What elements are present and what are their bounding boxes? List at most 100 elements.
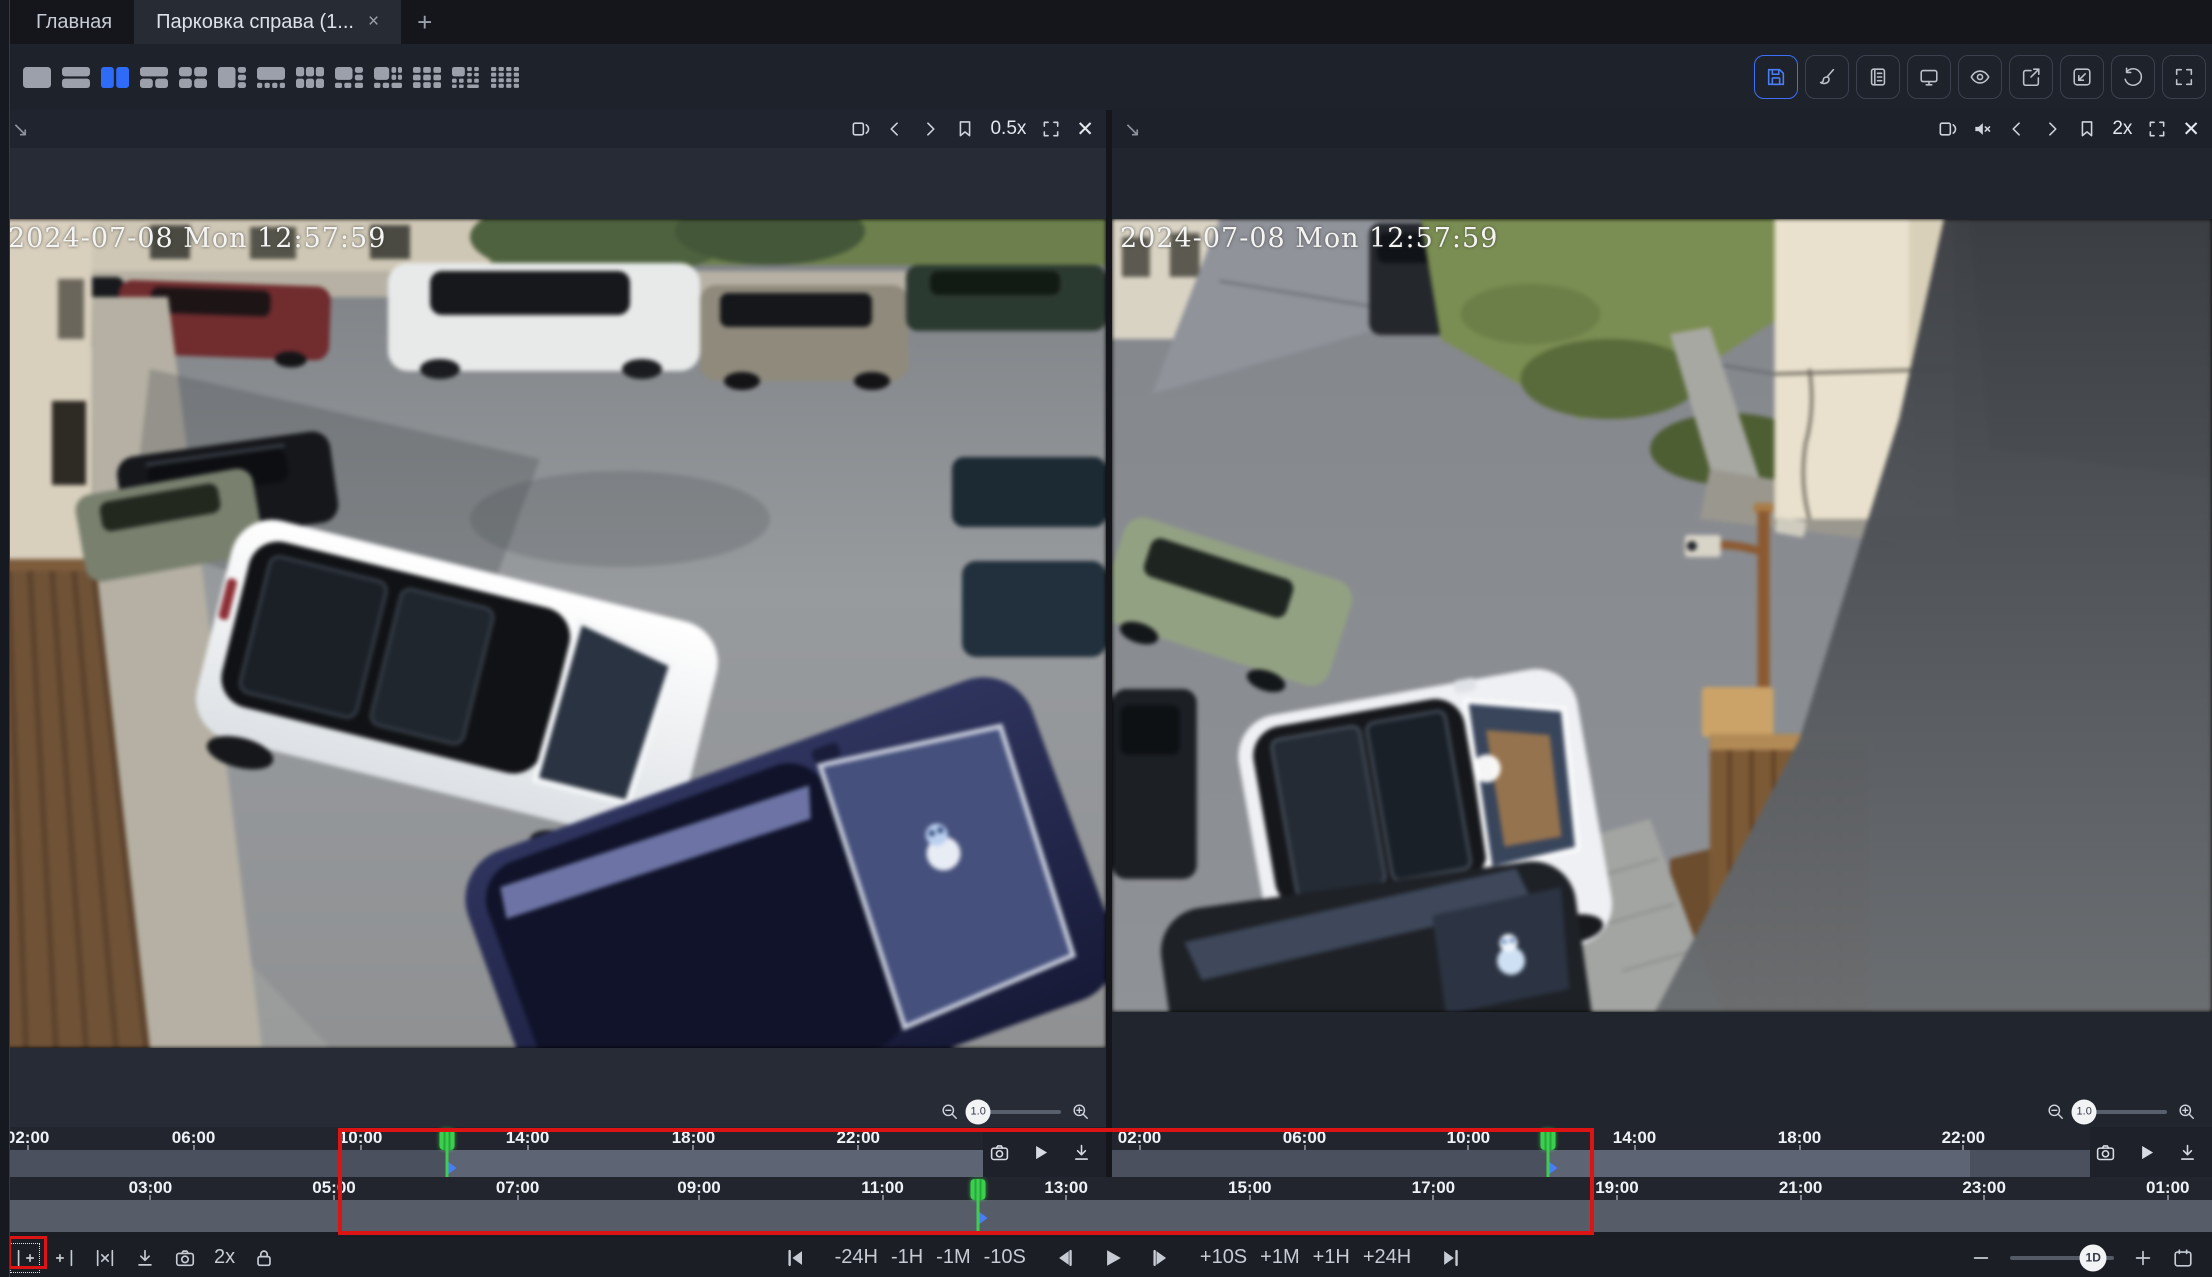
step-fwd-1m[interactable]: +1M — [1260, 1246, 1299, 1269]
tab-parking-right[interactable]: Парковка справа (1... × — [134, 0, 401, 44]
master-playhead[interactable] — [970, 1179, 985, 1232]
eye-button[interactable] — [1958, 55, 2002, 99]
camera-panel-left[interactable]: ↘ 0.5x ✕ — [0, 110, 1106, 1127]
recorded-segment[interactable] — [446, 1150, 983, 1177]
next-icon[interactable] — [920, 119, 940, 139]
next-icon[interactable] — [2042, 119, 2062, 139]
report-panel-button[interactable] — [1856, 55, 1900, 99]
bookmark-icon[interactable] — [2077, 119, 2097, 139]
timeline-left-track[interactable] — [0, 1150, 983, 1177]
layout-2-columns-icon[interactable] — [100, 65, 130, 89]
add-segment-start-icon[interactable] — [14, 1247, 36, 1269]
panel-fullscreen-icon[interactable] — [1041, 119, 1061, 139]
layout-1-left-11-icon[interactable] — [451, 65, 481, 89]
speed-label[interactable]: 2x — [2112, 118, 2132, 140]
step-fwd-10s[interactable]: +10S — [1200, 1246, 1247, 1269]
step-back-10s[interactable]: -10S — [984, 1246, 1026, 1269]
panel-close-icon[interactable]: ✕ — [1076, 117, 1094, 142]
play-button-icon[interactable] — [1102, 1247, 1124, 1269]
timeline-left[interactable]: 02:00 06:00 10:00 14:00 18:00 22:00 — [0, 1127, 1106, 1177]
zoom-slider-right[interactable]: 1.0 — [2075, 1110, 2167, 1114]
layout-2x2-icon[interactable] — [178, 65, 208, 89]
add-segment-end-icon[interactable] — [54, 1247, 76, 1269]
step-forward-icon[interactable] — [1150, 1247, 1172, 1269]
recorded-segment[interactable] — [1548, 1150, 1969, 1177]
calendar-icon[interactable] — [2172, 1247, 2194, 1269]
range-slider-knob[interactable]: 1D — [2080, 1244, 2107, 1271]
main-toolbar — [0, 44, 2212, 110]
snapshot-icon[interactable] — [174, 1247, 196, 1269]
step-back-24h[interactable]: -24H — [835, 1246, 878, 1269]
clear-segments-icon[interactable] — [94, 1247, 116, 1269]
tab-add-button[interactable]: + — [401, 0, 448, 44]
zoom-out-icon[interactable] — [940, 1102, 959, 1121]
corner-arrow-icon[interactable]: ↘ — [12, 117, 29, 142]
zoom-in-icon[interactable] — [2177, 1102, 2196, 1121]
timeline-left-playhead[interactable] — [439, 1129, 454, 1177]
layout-3x2-icon[interactable] — [295, 65, 325, 89]
download-icon[interactable] — [2177, 1142, 2198, 1163]
skip-end-icon[interactable] — [1439, 1247, 1461, 1269]
download-icon[interactable] — [1071, 1142, 1092, 1163]
layout-1-top-2-bottom-icon[interactable] — [139, 65, 169, 89]
step-back-1m[interactable]: -1M — [936, 1246, 970, 1269]
range-zoom-out-icon[interactable] — [1970, 1247, 1992, 1269]
layout-single-icon[interactable] — [22, 65, 52, 89]
timeline-left-labels: 02:00 06:00 10:00 14:00 18:00 22:00 — [0, 1127, 1106, 1150]
timeline-right-tools — [2090, 1127, 2212, 1177]
range-slider[interactable]: 1D — [2010, 1256, 2114, 1260]
layout-1-left-3-icon[interactable] — [217, 65, 247, 89]
mute-icon[interactable] — [1972, 119, 1992, 139]
playback-speed-label[interactable]: 2x — [214, 1246, 235, 1269]
brush-button[interactable] — [1805, 55, 1849, 99]
download-icon[interactable] — [134, 1247, 156, 1269]
layout-3x3-icon[interactable] — [412, 65, 442, 89]
snapshot-icon[interactable] — [989, 1142, 1010, 1163]
zoom-in-icon[interactable] — [1071, 1102, 1090, 1121]
timeline-right-playhead[interactable] — [1540, 1129, 1555, 1177]
step-back-icon[interactable] — [1054, 1247, 1076, 1269]
export-button[interactable] — [2009, 55, 2053, 99]
panel-fullscreen-icon[interactable] — [2147, 119, 2167, 139]
zoom-slider-knob[interactable]: 1.0 — [2072, 1099, 2097, 1124]
speed-label[interactable]: 0.5x — [990, 118, 1026, 140]
save-button[interactable] — [1754, 55, 1798, 99]
corner-arrow-icon[interactable]: ↘ — [1124, 117, 1141, 142]
step-fwd-24h[interactable]: +24H — [1363, 1246, 1411, 1269]
master-timeline-track[interactable] — [0, 1200, 2212, 1232]
snapshot-icon[interactable] — [2095, 1142, 2116, 1163]
bookmark-icon[interactable] — [955, 119, 975, 139]
video-left[interactable]: 2024-07-08 Mon 12:57:59 — [0, 219, 1106, 1048]
layout-1-left-5-icon[interactable] — [334, 65, 364, 89]
step-fwd-1h[interactable]: +1H — [1313, 1246, 1350, 1269]
camera-panel-right[interactable]: ↘ 2x ✕ — [1112, 110, 2212, 1127]
master-timeline[interactable]: 03:00 05:00 07:00 09:00 11:00 13:00 15:0… — [0, 1177, 2212, 1232]
play-icon[interactable] — [1030, 1142, 1051, 1163]
tab-close-icon[interactable]: × — [368, 11, 379, 33]
range-zoom-in-icon[interactable] — [2132, 1247, 2154, 1269]
video-right[interactable]: 2024-07-08 Mon 12:57:59 — [1112, 219, 2212, 1012]
skip-start-icon[interactable] — [785, 1247, 807, 1269]
fullscreen-button[interactable] — [2162, 55, 2206, 99]
layout-1-left-7-icon[interactable] — [373, 65, 403, 89]
prev-icon[interactable] — [885, 119, 905, 139]
zoom-slider-knob[interactable]: 1.0 — [966, 1099, 991, 1124]
layout-2-rows-icon[interactable] — [61, 65, 91, 89]
panel-close-icon[interactable]: ✕ — [2182, 117, 2200, 142]
layout-4x4-icon[interactable] — [490, 65, 520, 89]
timeline-right-track[interactable] — [1112, 1150, 2090, 1177]
layout-1-top-4-icon[interactable] — [256, 65, 286, 89]
zoom-slider-left[interactable]: 1.0 — [969, 1110, 1061, 1114]
pip-icon[interactable] — [1937, 119, 1957, 139]
step-back-1h[interactable]: -1H — [891, 1246, 923, 1269]
prev-icon[interactable] — [2007, 119, 2027, 139]
pip-icon[interactable] — [850, 119, 870, 139]
zoom-out-icon[interactable] — [2046, 1102, 2065, 1121]
tab-home[interactable]: Главная — [14, 0, 134, 44]
collapse-button[interactable] — [2060, 55, 2104, 99]
monitor-button[interactable] — [1907, 55, 1951, 99]
timeline-right[interactable]: 02:00 06:00 10:00 14:00 18:00 22:00 — [1112, 1127, 2212, 1177]
lock-icon[interactable] — [253, 1247, 275, 1269]
play-icon[interactable] — [2136, 1142, 2157, 1163]
reset-button[interactable] — [2111, 55, 2155, 99]
